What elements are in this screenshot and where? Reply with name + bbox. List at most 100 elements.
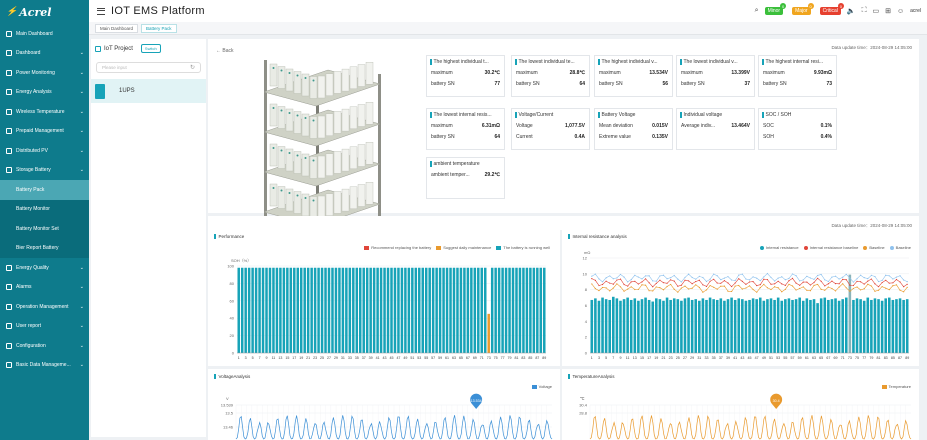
bar[interactable] (884, 298, 887, 353)
bar[interactable] (816, 303, 819, 353)
bar[interactable] (268, 267, 272, 353)
tree-node[interactable]: 1UPS (91, 79, 206, 103)
bar[interactable] (331, 267, 334, 353)
bar[interactable] (438, 267, 442, 353)
bar[interactable] (313, 267, 317, 353)
bar[interactable] (470, 267, 473, 353)
bar[interactable] (393, 267, 397, 353)
bar[interactable] (841, 299, 844, 353)
bar[interactable] (787, 298, 791, 353)
bar[interactable] (762, 300, 766, 353)
bar[interactable] (352, 267, 355, 353)
sidebar-item-12[interactable]: Energy Quality ⌄ (0, 258, 89, 278)
bar[interactable] (258, 267, 261, 353)
bar[interactable] (386, 267, 390, 353)
bar[interactable] (794, 299, 798, 353)
bar[interactable] (286, 267, 289, 353)
sidebar-item-5[interactable]: Prepaid Management ⌄ (0, 122, 89, 142)
bar[interactable] (669, 299, 672, 353)
sidebar-item-10[interactable]: Battery Monitor Set (0, 219, 89, 239)
bar[interactable] (522, 267, 525, 353)
bar[interactable] (637, 300, 640, 353)
switch-button[interactable]: Switch (140, 44, 161, 53)
bar[interactable] (619, 300, 622, 353)
bar[interactable] (383, 267, 386, 353)
bar[interactable] (633, 298, 637, 353)
sidebar-item-4[interactable]: Wireless Temperature ⌄ (0, 102, 89, 122)
bar[interactable] (766, 299, 769, 353)
bar[interactable] (543, 267, 546, 353)
bar[interactable] (261, 267, 265, 353)
bar[interactable] (317, 267, 320, 353)
bar[interactable] (773, 299, 776, 353)
bar[interactable] (852, 299, 855, 353)
bar[interactable] (341, 267, 345, 353)
sidebar-item-1[interactable]: Dashboard ⌄ (0, 44, 89, 64)
bar[interactable] (365, 267, 369, 353)
bar[interactable] (604, 299, 608, 353)
bar[interactable] (655, 298, 658, 353)
bar[interactable] (698, 300, 701, 353)
bar[interactable] (744, 300, 748, 353)
bar[interactable] (362, 267, 365, 353)
bar[interactable] (431, 267, 435, 353)
bar[interactable] (518, 267, 522, 353)
bar[interactable] (844, 297, 848, 353)
sound-icon[interactable]: 🔈 (847, 7, 856, 15)
sidebar-item-8[interactable]: Battery Pack (0, 180, 89, 200)
bar[interactable] (615, 298, 619, 353)
bar[interactable] (823, 297, 827, 353)
bar[interactable] (658, 299, 662, 353)
bar[interactable] (372, 267, 376, 353)
bar[interactable] (877, 299, 880, 353)
bar[interactable] (827, 299, 830, 353)
sidebar-item-3[interactable]: Energy Analysis ⌄ (0, 83, 89, 103)
sidebar-item-7[interactable]: Storage Battery ⌄ (0, 161, 89, 181)
bar[interactable] (435, 267, 438, 353)
bar[interactable] (511, 267, 515, 353)
bar[interactable] (719, 298, 723, 353)
user-icon[interactable]: ☺ (897, 8, 904, 15)
tree-search-input[interactable]: Please input ↻ (96, 62, 201, 73)
bar[interactable] (733, 299, 737, 353)
bar[interactable] (776, 297, 780, 353)
sidebar-item-0[interactable]: Main Dashboard (0, 24, 89, 44)
menu-toggle-icon[interactable] (97, 7, 105, 15)
bar[interactable] (459, 267, 463, 353)
bar[interactable] (421, 267, 424, 353)
bar[interactable] (477, 267, 480, 353)
bar[interactable] (715, 299, 719, 353)
bar[interactable] (640, 299, 644, 353)
bar[interactable] (866, 297, 870, 353)
bar[interactable] (397, 267, 400, 353)
bar[interactable] (324, 267, 327, 353)
bar[interactable] (240, 267, 244, 353)
bar[interactable] (418, 267, 421, 353)
bar[interactable] (676, 299, 680, 353)
bar[interactable] (848, 274, 852, 353)
bar[interactable] (748, 299, 751, 353)
sidebar-item-11[interactable]: Bier Report Battery (0, 238, 89, 258)
bar[interactable] (490, 267, 494, 353)
bar[interactable] (855, 298, 859, 353)
bar[interactable] (590, 299, 594, 353)
bar[interactable] (279, 267, 282, 353)
bar[interactable] (411, 267, 414, 353)
bar[interactable] (622, 299, 626, 353)
bar[interactable] (862, 300, 866, 353)
bar[interactable] (683, 298, 687, 353)
bar[interactable] (859, 299, 862, 353)
bar[interactable] (265, 267, 268, 353)
bar[interactable] (272, 267, 275, 353)
bar[interactable] (755, 299, 758, 353)
bar[interactable] (338, 267, 341, 353)
bar[interactable] (690, 299, 694, 353)
bar[interactable] (355, 267, 359, 353)
bar[interactable] (694, 299, 698, 353)
bar[interactable] (597, 300, 601, 353)
sidebar-item-14[interactable]: Operation Management ⌄ (0, 297, 89, 317)
bar[interactable] (390, 267, 393, 353)
bar[interactable] (515, 267, 518, 353)
bar[interactable] (359, 267, 362, 353)
bar[interactable] (830, 299, 834, 353)
